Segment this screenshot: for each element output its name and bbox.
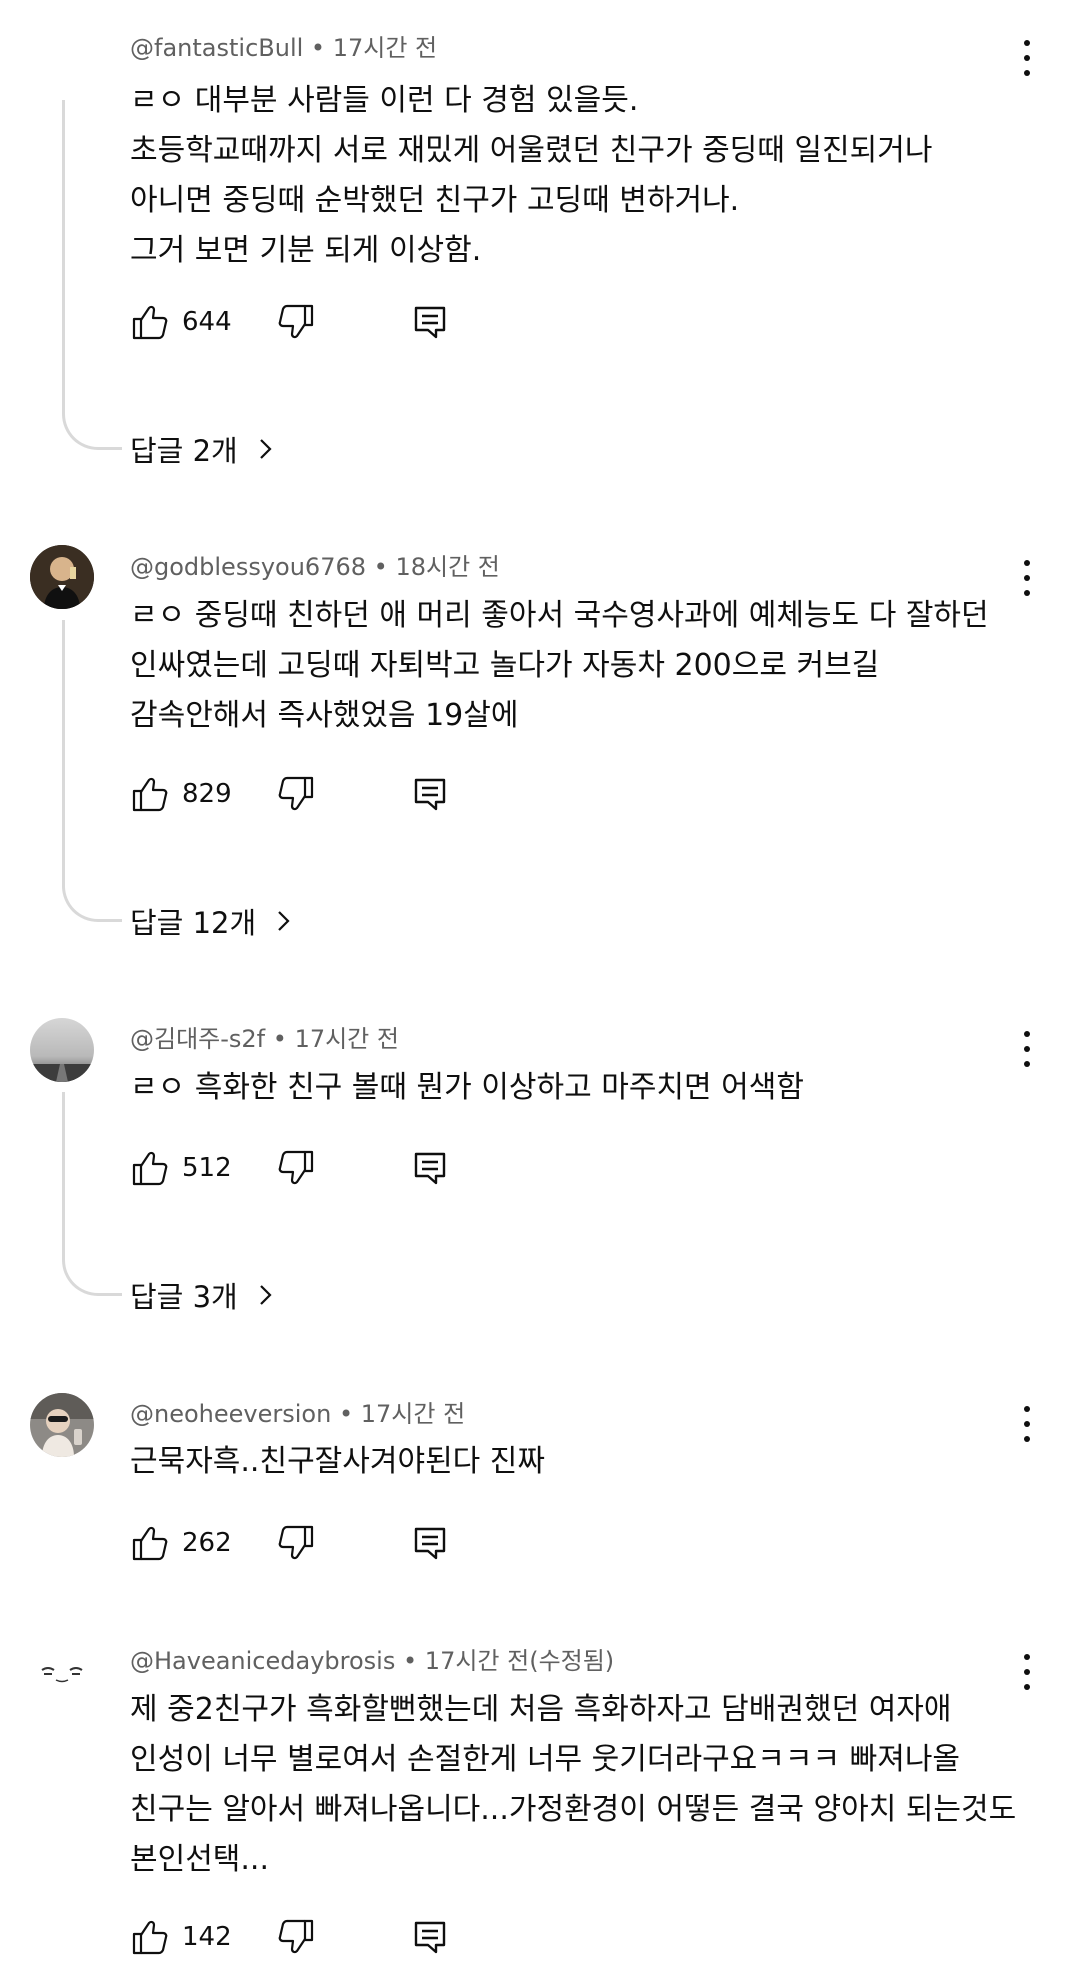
thumbs-up-icon [132,305,168,340]
comment-reply-icon [414,1527,446,1560]
avatar[interactable] [30,1393,94,1457]
thumbs-up-icon [132,1151,168,1186]
like-count: 644 [182,307,232,337]
like-button[interactable]: 829 [130,772,232,816]
reply-button[interactable] [410,300,450,344]
thumbs-down-icon [278,1525,314,1560]
comment-text: 근묵자흑..친구잘사겨야된다 진짜 [130,1444,546,1479]
comment-author[interactable]: @godblessyou6768 [130,553,366,581]
thumbs-down-icon [278,304,314,339]
comment-author[interactable]: @Haveanicedaybrosis [130,1647,395,1675]
avatar[interactable] [30,1018,94,1082]
dislike-button[interactable] [276,300,316,344]
avatar-image [30,545,94,609]
chevron-right-icon [259,439,272,459]
more-vert-icon [1024,1654,1030,1660]
meta-separator: • [403,1647,418,1675]
thumbs-down-icon [278,1919,314,1954]
comment-meta: @Haveanicedaybrosis • 17시간 전(수정됨) [130,1641,614,1676]
avatar-image [30,1018,94,1082]
reply-button[interactable] [410,1915,450,1959]
thumbs-up-icon [132,1920,168,1955]
comment-actions: 829 [130,772,530,816]
comment-actions: 142 [130,1915,530,1959]
more-vert-icon [1024,560,1030,566]
avatar-image [30,1640,94,1704]
comment-actions: 512 [130,1146,530,1190]
more-vert-icon [1024,40,1030,46]
like-count: 262 [182,1528,232,1558]
more-vert-icon [1024,1031,1030,1037]
thumbs-down-icon [278,1150,314,1185]
meta-separator: • [373,553,388,581]
comment-time: 17시간 전 [360,1400,466,1428]
view-replies-button[interactable]: 답글 2개 [130,428,278,470]
comment-text: ㄹㅇ 흑화한 친구 볼때 뭔가 이상하고 마주치면 어색함 [130,1070,804,1105]
meta-separator: • [338,1400,354,1428]
comment-meta: @godblessyou6768 • 18시간 전 [130,547,500,582]
reply-button[interactable] [410,1521,450,1565]
more-options-button[interactable] [1012,36,1042,80]
dislike-button[interactable] [276,1521,316,1565]
like-button[interactable]: 262 [130,1521,232,1565]
meta-separator: • [310,34,326,62]
comment-author[interactable]: @fantasticBull [130,34,303,62]
avatar-image [30,1393,94,1457]
comment-time: 17시간 전 [294,1025,399,1053]
chevron-right-icon [278,911,290,931]
chevron-right-icon [259,1285,272,1305]
comment-text: ㄹㅇ 대부분 사람들 이런 다 경험 있을듯. 초등학교때까지 서로 재밌게 어… [130,83,933,268]
like-count: 829 [182,779,232,809]
like-button[interactable]: 142 [130,1915,232,1959]
comment-time: 17시간 전(수정됨) [424,1647,615,1675]
thumbs-up-icon [132,777,168,812]
thread-connector [62,620,122,922]
like-button[interactable]: 644 [130,300,232,344]
comment-meta: @neoheeversion • 17시간 전 [130,1394,465,1429]
comment-text: ㄹㅇ 중딩때 친하던 애 머리 좋아서 국수영사과에 예체능도 다 잘하던 인싸… [130,598,989,733]
view-replies-button[interactable]: 답글 12개 [130,900,296,942]
thread-connector [62,1092,122,1296]
comment-actions: 644 [130,300,530,344]
dislike-button[interactable] [276,772,316,816]
comment-reply-icon [414,306,446,339]
thread-connector [62,100,122,450]
thumbs-up-icon [132,1526,168,1561]
dislike-button[interactable] [276,1146,316,1190]
thumbs-down-icon [278,776,314,811]
comment-author[interactable]: @김대주-s2f [130,1025,265,1053]
meta-separator: • [272,1025,287,1053]
like-count: 142 [182,1922,232,1952]
reply-button[interactable] [410,1146,450,1190]
like-count: 512 [182,1153,232,1183]
comment-meta: @fantasticBull • 17시간 전 [130,28,437,63]
avatar[interactable] [30,545,94,609]
comment-meta: @김대주-s2f • 17시간 전 [130,1019,399,1054]
comment-reply-icon [414,1152,446,1185]
comment-time: 17시간 전 [332,34,438,62]
comment-time: 18시간 전 [395,553,500,581]
avatar[interactable] [30,1640,94,1704]
view-replies-button[interactable]: 답글 3개 [130,1274,278,1316]
dislike-button[interactable] [276,1915,316,1959]
more-vert-icon [1024,1406,1030,1412]
comment-reply-icon [414,778,446,811]
comment-text: 제 중2친구가 흑화할뻔했는데 처음 흑화하자고 담배권했던 여자애 인성이 너… [130,1692,1017,1877]
comment-reply-icon [414,1921,446,1954]
reply-button[interactable] [410,772,450,816]
comment-actions: 262 [130,1521,530,1565]
comment-author[interactable]: @neoheeversion [130,1400,331,1428]
like-button[interactable]: 512 [130,1146,232,1190]
